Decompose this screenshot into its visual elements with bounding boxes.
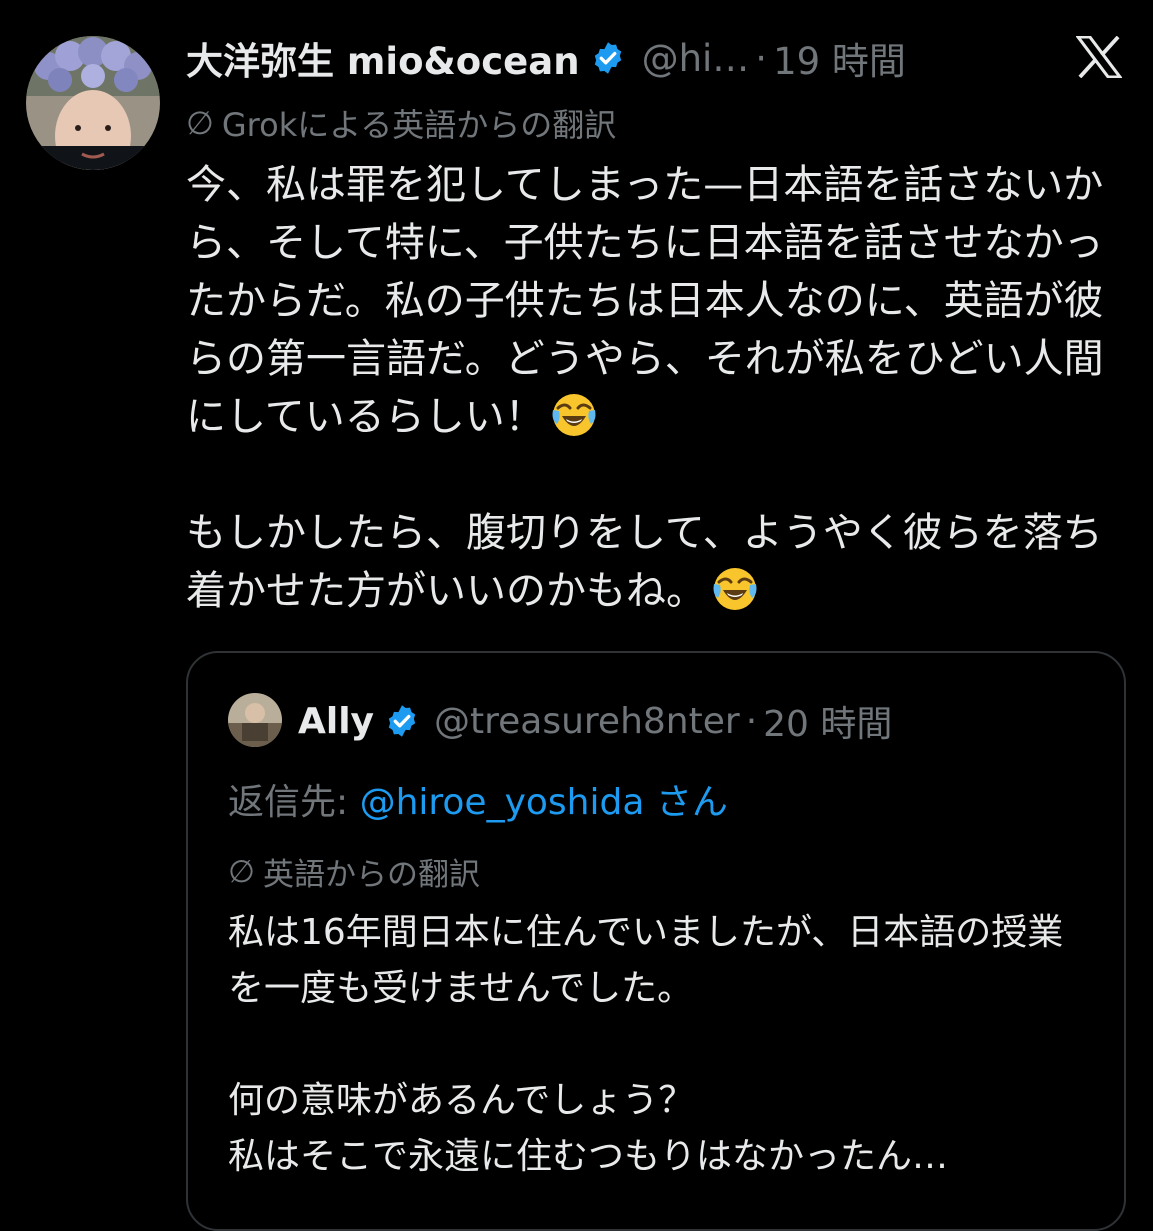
tweet-paragraph: 今、私は罪を犯してしまった—日本語を話さないから、そして特に、子供たちに日本語を…	[186, 156, 1136, 446]
translate-icon: ∅	[228, 853, 256, 890]
quoted-timestamp[interactable]: 20 時間	[763, 695, 892, 747]
quoted-tweet-text: 私は16年間日本に住んでいましたが、日本語の授業を一度も受けませんでした。 何の…	[228, 905, 1088, 1185]
quoted-user-avatar[interactable]	[228, 693, 282, 747]
reply-handle-link[interactable]: @hiroe_yoshida	[360, 782, 645, 823]
quoted-translation-label[interactable]: ∅ 英語からの翻訳	[228, 849, 480, 894]
quoted-avatar-image	[228, 693, 282, 747]
reply-to-line: 返信先: @hiroe_yoshida さん	[228, 773, 728, 825]
x-logo-icon[interactable]	[1074, 35, 1124, 79]
tweet-paragraph: もしかしたら、腹切りをして、ようやく彼らを落ち着かせた方がいいのかもね。	[186, 504, 1136, 620]
quoted-handle[interactable]: @treasureh8nter	[434, 701, 740, 742]
avatar[interactable]	[26, 36, 160, 170]
timestamp[interactable]: 19 時間	[773, 31, 906, 85]
translation-text: 英語からの翻訳	[263, 857, 481, 893]
tears-of-joy-emoji-icon	[549, 390, 599, 440]
tweet-paragraph-text: 今、私は罪を犯してしまった—日本語を話さないから、そして特に、子供たちに日本語を…	[186, 162, 1104, 440]
tweet-paragraph-text: もしかしたら、腹切りをして、ようやく彼らを落ち着かせた方がいいのかもね。	[186, 510, 1103, 614]
reply-prefix: 返信先:	[228, 782, 360, 823]
display-name[interactable]: 大洋弥生 mio&ocean	[186, 31, 580, 85]
translate-icon: ∅	[186, 104, 214, 142]
translation-text: Grokによる英語からの翻訳	[221, 106, 617, 144]
tweet-text: 今、私は罪を犯してしまった—日本語を話さないから、そして特に、子供たちに日本語を…	[186, 156, 1136, 620]
avatar-image	[26, 36, 160, 170]
quoted-paragraph: 私は16年間日本に住んでいましたが、日本語の授業を一度も受けませんでした。	[228, 912, 1064, 1009]
tears-of-joy-emoji-icon	[710, 564, 760, 614]
handle[interactable]: @hi…	[642, 37, 750, 80]
quoted-tweet-header: Ally @treasureh8nter · 20 時間	[298, 693, 892, 749]
verified-badge-icon	[590, 40, 626, 76]
quoted-paragraph: 何の意味があるんでしょう？ 私はそこで永遠に住むつもりはなかったん…	[228, 1080, 949, 1177]
translation-label[interactable]: ∅ Grokによる英語からの翻訳	[186, 100, 616, 146]
verified-badge-icon	[384, 703, 420, 739]
quoted-tweet-card[interactable]: Ally @treasureh8nter · 20 時間 返信先: @hiroe…	[186, 651, 1126, 1231]
separator-dot: ·	[755, 36, 768, 80]
reply-suffix: さん	[644, 782, 728, 823]
quoted-display-name[interactable]: Ally	[298, 701, 374, 742]
tweet-header: 大洋弥生 mio&ocean @hi… · 19 時間	[186, 30, 906, 86]
separator-dot: ·	[745, 700, 758, 742]
